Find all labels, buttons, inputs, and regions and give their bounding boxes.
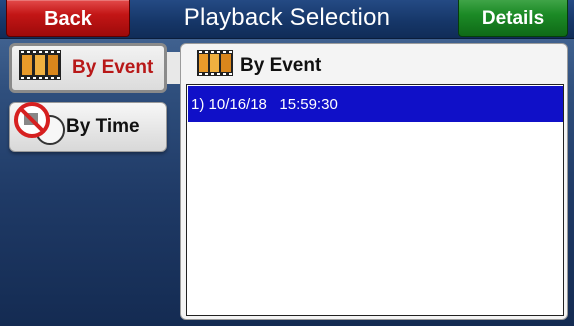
by-event-label: By Event xyxy=(72,57,154,78)
list-item[interactable]: 1) 10/16/18 15:59:30 xyxy=(188,86,563,122)
film-strip-icon xyxy=(18,48,62,88)
back-button[interactable]: Back xyxy=(6,0,130,37)
by-time-label: By Time xyxy=(66,116,140,137)
by-time-button[interactable]: By Time xyxy=(9,102,167,152)
panel-title: By Event xyxy=(240,55,322,76)
by-event-button[interactable]: By Event xyxy=(9,43,167,93)
details-button[interactable]: Details xyxy=(458,0,568,37)
no-clock-icon xyxy=(12,100,70,154)
playback-selection-screen: { "header": { "title": "Playback Selecti… xyxy=(0,0,574,326)
film-strip-icon xyxy=(196,48,234,84)
panel-header: By Event xyxy=(196,48,321,84)
